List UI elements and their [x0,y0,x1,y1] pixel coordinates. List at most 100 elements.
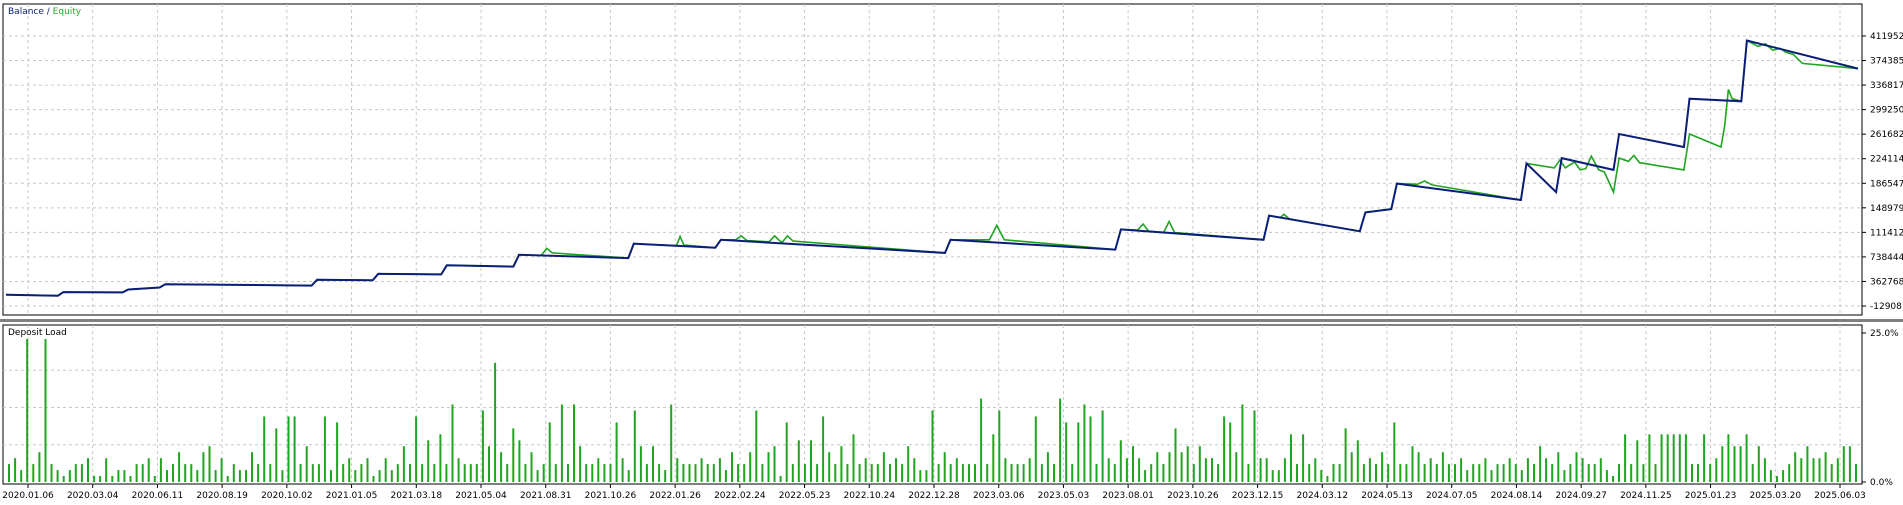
deposit-load-bar [1624,434,1627,482]
deposit-load-bar [1630,464,1633,482]
deposit-load-bar [1447,464,1450,482]
deposit-load-bar [1691,464,1693,482]
x-tick-label: 2021.08.31 [520,491,572,501]
deposit-load-bar [299,464,302,482]
deposit-load-bar [196,470,199,482]
deposit-load-bar [360,464,363,482]
deposit-load-bar [287,416,290,482]
deposit-load-bar [1812,458,1815,482]
deposit-load-bar [627,470,630,482]
deposit-load-bar [1751,464,1754,482]
deposit-load-bar [1830,464,1833,482]
deposit-load-bar [1405,464,1408,482]
deposit-load-bar [907,446,910,482]
deposit-load-bar [1204,458,1207,482]
deposit-load-bar [937,464,940,482]
deposit-load-bar [1168,452,1171,482]
deposit-load-bar [724,470,727,482]
deposit-load-bar [670,404,673,482]
deposit-load-bar [1046,452,1049,482]
deposit-load-bar [1782,470,1785,482]
deposit-load-bar [1533,464,1535,482]
deposit-load-bar [1599,458,1602,482]
deposit-load-bar [1253,410,1256,482]
deposit-load-bar [1672,434,1675,482]
balance-y-axis: 4119529 3743853 3368177 2992501 2616825 22411… [1862,32,1903,312]
deposit-load-bar [457,458,460,482]
deposit-load-bar [384,458,387,482]
deposit-load-bar [1721,446,1724,482]
x-tick-label: 2021.03.18 [391,491,443,501]
deposit-load-bar [524,464,527,482]
deposit-load-bar [755,410,758,482]
deposit-load-bar [1004,458,1007,482]
deposit-load-bar [469,464,472,482]
balance-equity-title: Balance / Equity [8,7,82,17]
deposit-load-bar [1842,446,1845,482]
x-tick-label: 2025.01.23 [1685,491,1737,501]
deposit-load-bar [1417,452,1420,482]
deposit-load-bar [1028,458,1031,482]
deposit-load-bar [1217,464,1220,482]
deposit-load-bar [961,464,964,482]
deposit-load-bar [26,339,29,482]
deposit-load-bar [1454,464,1456,482]
balance-y-tick-label: 362768 [1870,277,1903,287]
x-tick-label: 2023.08.01 [1102,491,1154,501]
deposit-load-bar [609,464,612,482]
deposit-load-bar [1551,464,1554,482]
x-tick-label: 2020.03.04 [67,491,119,501]
deposit-load-bar [1466,470,1469,482]
deposit-load-bar [1429,458,1432,482]
deposit-load-bar [652,446,654,482]
deposit-load-bar [38,452,41,482]
x-tick-label: 2023.10.26 [1167,491,1219,501]
deposit-load-bar [1763,458,1766,482]
x-tick-label: 2020.08.19 [196,491,248,501]
deposit-load-bar [591,464,594,482]
deposit-load-bar [895,458,897,482]
balance-equity-panel [2,3,1863,316]
deposit-load-bar [773,446,776,482]
deposit-load-bar [858,464,861,482]
deposit-load-bar [542,464,545,482]
deposit-load-bar [123,470,126,482]
deposit-load-bar [1326,476,1329,482]
deposit-load-bar [1496,464,1499,482]
deposit-load-bar [998,410,1001,482]
deposit-load-bar [135,464,138,482]
deposit-load-bar [1308,464,1311,482]
deposit-load-bar [20,470,23,482]
deposit-load-bar [1484,458,1487,482]
deposit-load-y-axis: 25.0% 0.0% [1862,329,1899,488]
deposit-load-bar [1192,464,1195,482]
deposit-load-bar [1362,464,1365,482]
deposit-load-bar [761,464,764,482]
deposit-load-bar [275,428,278,482]
deposit-load-bar [639,446,642,482]
deposit-load-bar [1502,464,1505,482]
deposit-load-bar [1824,452,1827,482]
deposit-load-bar [992,434,995,482]
deposit-load-bar [828,452,831,482]
deposit-load-bar [633,410,636,482]
deposit-load-bar [530,452,533,482]
deposit-load-bar [439,434,442,482]
deposit-load-bar [220,458,223,482]
deposit-load-bar [1806,446,1809,482]
deposit-load-bar [925,470,928,482]
deposit-load-bar [852,434,855,482]
deposit-load-bar [1283,458,1286,482]
balance-y-tick-label: 1865473 [1870,179,1903,189]
deposit-load-bar [1144,470,1147,482]
deposit-load-bar [1460,458,1463,482]
deposit-load-bar [226,476,229,482]
deposit-load-bar [1132,446,1134,482]
x-tick-label: 2020.01.06 [2,491,54,501]
x-tick-label: 2025.06.03 [1814,491,1866,501]
deposit-load-bar [184,464,187,482]
deposit-load-bar [512,428,515,482]
deposit-load-bar [1040,464,1043,482]
deposit-load-bar [901,464,904,482]
deposit-load-bar [518,440,521,482]
